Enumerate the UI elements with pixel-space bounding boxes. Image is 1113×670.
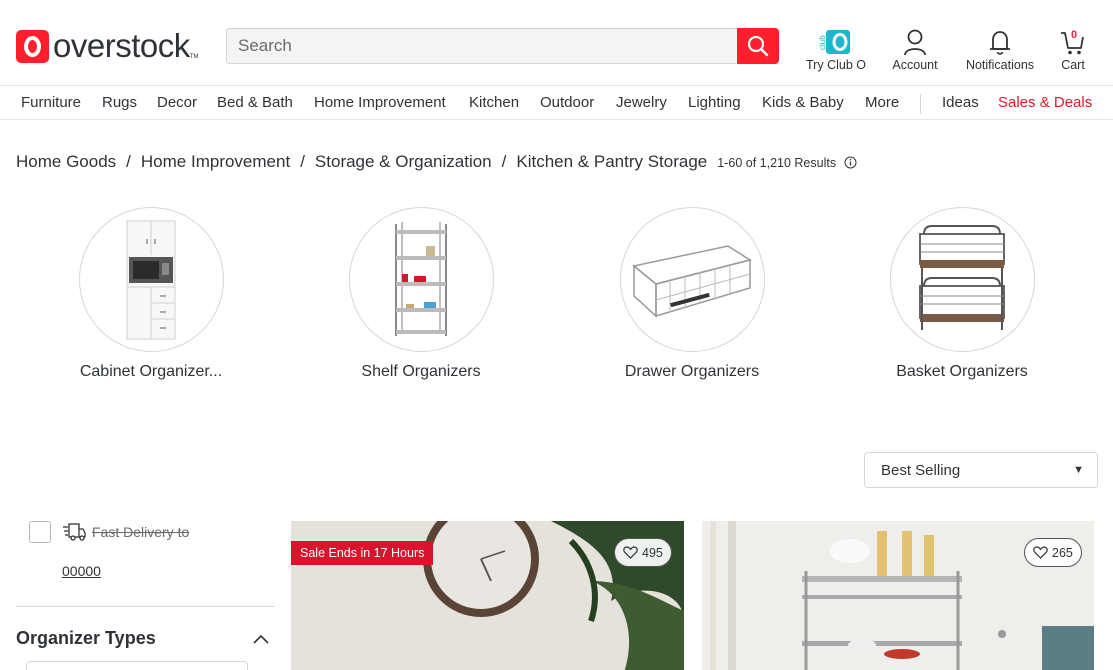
favorite-button[interactable]: 265: [1024, 538, 1082, 567]
category-label: Drawer Organizers: [624, 363, 760, 380]
nav-item-jewelry[interactable]: Jewelry: [616, 94, 667, 111]
breadcrumb-home-goods[interactable]: Home Goods: [16, 152, 116, 172]
overstock-logo[interactable]: overstock TM: [16, 27, 199, 64]
search-icon: [747, 35, 769, 57]
nav-item-rugs[interactable]: Rugs: [102, 94, 137, 111]
nav-item-sales-deals[interactable]: Sales & Deals: [998, 94, 1092, 111]
category-image: [619, 207, 765, 352]
bell-icon: [990, 31, 1010, 55]
search-button[interactable]: [737, 28, 779, 64]
favorite-button[interactable]: 495: [614, 538, 672, 567]
fast-delivery-label[interactable]: Fast Delivery to: [92, 524, 189, 540]
drawer-basket-icon: [632, 244, 752, 318]
sort-selected-value: Best Selling: [881, 461, 961, 479]
fast-delivery-truck-icon: [62, 522, 86, 547]
breadcrumb: Home Goods / Home Improvement / Storage …: [16, 152, 857, 172]
breadcrumb-storage-organization[interactable]: Storage & Organization: [315, 152, 492, 172]
account-icon: [904, 29, 926, 56]
info-icon[interactable]: [844, 156, 857, 169]
nav-item-outdoor[interactable]: Outdoor: [540, 94, 594, 111]
nav-item-more[interactable]: More: [865, 94, 899, 111]
heart-icon: [623, 546, 638, 559]
cart-count-badge: 0: [1071, 29, 1078, 41]
nav-item-furniture[interactable]: Furniture: [21, 94, 81, 111]
breadcrumb-separator: /: [501, 152, 507, 171]
category-basket-organizers[interactable]: Basket Organizers: [852, 207, 1072, 381]
category-label: Shelf Organizers: [361, 363, 481, 380]
organizer-types-filter-input[interactable]: [26, 661, 248, 670]
account-button[interactable]: Account: [888, 26, 942, 72]
cart-button[interactable]: 0 Cart: [1056, 26, 1090, 72]
try-club-o-button[interactable]: club Try Club O: [805, 26, 867, 72]
notifications-label: Notifications: [965, 58, 1035, 72]
breadcrumb-home-improvement[interactable]: Home Improvement: [141, 152, 290, 172]
overstock-logo-icon: [16, 29, 49, 63]
account-label: Account: [892, 58, 938, 72]
nav-item-decor[interactable]: Decor: [157, 94, 197, 111]
organizer-types-heading[interactable]: Organizer Types: [16, 628, 156, 649]
breadcrumb-current: Kitchen & Pantry Storage: [516, 152, 708, 171]
dropdown-arrow-icon: ▼: [1073, 464, 1084, 476]
nav-item-bed-bath[interactable]: Bed & Bath: [217, 94, 293, 111]
category-shelf-organizers[interactable]: Shelf Organizers: [311, 207, 531, 381]
logo-trademark: TM: [189, 54, 199, 60]
results-count: 1-60 of 1,210 Results: [717, 156, 837, 170]
category-image: [348, 207, 494, 352]
nav-item-home-improvement[interactable]: Home Improvement: [314, 94, 446, 111]
search-input[interactable]: [227, 29, 739, 63]
heart-icon: [1033, 546, 1048, 559]
category-cabinet-organizers[interactable]: Cabinet Organizer...: [41, 207, 261, 381]
category-label: Basket Organizers: [896, 363, 1028, 380]
club-o-icon: club: [818, 30, 850, 54]
sort-dropdown[interactable]: Best Selling ▼: [864, 452, 1098, 488]
two-tier-basket-icon: [919, 224, 1005, 330]
sidebar-divider: [16, 606, 274, 607]
nav-item-ideas[interactable]: Ideas: [942, 94, 979, 111]
search-bar: [226, 28, 779, 64]
notifications-button[interactable]: Notifications: [962, 26, 1038, 72]
site-header: overstock TM club Try Club O: [0, 0, 1113, 86]
category-image: [78, 207, 224, 352]
sale-badge: Sale Ends in 17 Hours: [291, 541, 434, 565]
nav-item-kitchen[interactable]: Kitchen: [469, 94, 519, 111]
product-card[interactable]: Sale Ends in 17 Hours 495: [291, 521, 684, 670]
favorite-count: 495: [642, 545, 663, 560]
category-label: Cabinet Organizer...: [79, 363, 223, 380]
svg-text:club: club: [818, 35, 827, 50]
nav-item-kids-baby[interactable]: Kids & Baby: [762, 94, 844, 111]
wire-shelf-icon: [395, 221, 447, 336]
breadcrumb-separator: /: [126, 152, 131, 171]
product-card[interactable]: 265: [702, 521, 1094, 670]
nav-item-lighting[interactable]: Lighting: [688, 94, 741, 111]
breadcrumb-separator: /: [300, 152, 305, 171]
favorite-count: 265: [1052, 545, 1073, 560]
chevron-up-icon[interactable]: [252, 632, 270, 650]
fast-delivery-checkbox[interactable]: [29, 521, 51, 543]
logo-text: overstock: [53, 27, 190, 64]
category-image: [889, 207, 1035, 352]
cart-label: Cart: [1061, 58, 1085, 72]
category-drawer-organizers[interactable]: Drawer Organizers: [582, 207, 802, 381]
cabinet-icon: [126, 220, 176, 339]
nav-divider: [920, 94, 921, 114]
delivery-zip-link[interactable]: 00000: [62, 563, 101, 579]
category-nav: Furniture Rugs Decor Bed & Bath Home Imp…: [0, 86, 1113, 120]
club-o-label: Try Club O: [806, 58, 866, 72]
